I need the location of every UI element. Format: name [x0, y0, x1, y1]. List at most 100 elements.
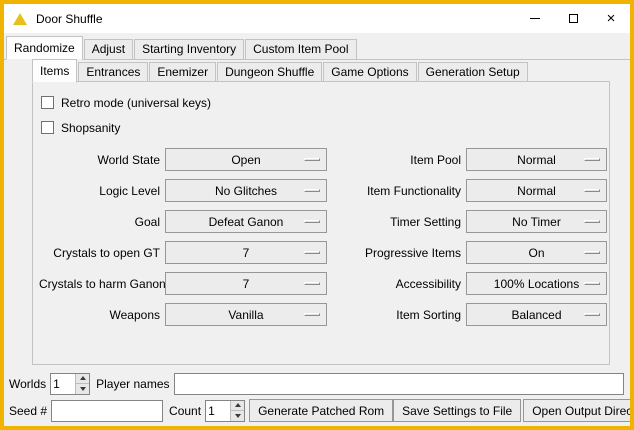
generate-patched-rom-button[interactable]: Generate Patched Rom	[249, 399, 393, 422]
tab-adjust[interactable]: Adjust	[84, 39, 133, 59]
tab-randomize[interactable]: Randomize	[6, 36, 83, 60]
app-icon	[13, 13, 27, 25]
crystals-gt-value: 7	[243, 246, 250, 260]
world-state-value: Open	[231, 153, 260, 167]
tab-entrances[interactable]: Entrances	[78, 62, 148, 82]
dropdown-indicator-icon	[584, 158, 600, 161]
seed-row: Seed # Count Generate Patched Rom Save S…	[9, 399, 624, 422]
crystals-gt-label: Crystals to open GT	[39, 246, 160, 260]
tab-generation-setup[interactable]: Generation Setup	[418, 62, 528, 82]
crystals-ganon-value: 7	[243, 277, 250, 291]
door-shuffle-window: Door Shuffle × Randomize Adjust Starting…	[0, 0, 634, 430]
crystals-ganon-label: Crystals to harm Ganon	[39, 277, 160, 291]
save-settings-button[interactable]: Save Settings to File	[393, 399, 521, 422]
goal-dropdown[interactable]: Defeat Ganon	[165, 210, 327, 233]
progressive-items-dropdown[interactable]: On	[466, 241, 607, 264]
item-sorting-dropdown[interactable]: Balanced	[466, 303, 607, 326]
tab-custom-item-pool[interactable]: Custom Item Pool	[245, 39, 356, 59]
worlds-spinbox	[50, 373, 90, 395]
crystals-gt-dropdown[interactable]: 7	[165, 241, 327, 264]
window-controls: ×	[516, 4, 630, 33]
maximize-button[interactable]	[554, 4, 592, 33]
dropdown-indicator-icon	[584, 251, 600, 254]
arrow-down-icon	[235, 414, 241, 418]
worlds-label: Worlds	[9, 377, 46, 391]
minimize-icon	[530, 18, 540, 19]
item-functionality-value: Normal	[517, 184, 556, 198]
inner-tab-bar: Items Entrances Enemizer Dungeon Shuffle…	[32, 59, 610, 82]
count-label: Count	[169, 404, 201, 418]
logic-level-value: No Glitches	[215, 184, 277, 198]
retro-mode-checkbox[interactable]	[41, 96, 54, 109]
seed-input[interactable]	[51, 400, 163, 422]
goal-value: Defeat Ganon	[209, 215, 284, 229]
open-output-directory-button[interactable]: Open Output Directory	[523, 399, 634, 422]
count-spin-buttons	[230, 401, 244, 421]
dropdown-indicator-icon	[584, 313, 600, 316]
worlds-row: Worlds Player names	[9, 372, 624, 395]
tab-enemizer[interactable]: Enemizer	[149, 62, 216, 82]
weapons-value: Vanilla	[228, 308, 263, 322]
shopsanity-checkbox[interactable]	[41, 121, 54, 134]
accessibility-value: 100% Locations	[494, 277, 579, 291]
retro-mode-label: Retro mode (universal keys)	[61, 96, 211, 110]
item-sorting-value: Balanced	[511, 308, 561, 322]
item-sorting-label: Item Sorting	[332, 308, 461, 322]
dropdown-indicator-icon	[584, 282, 600, 285]
worlds-input[interactable]	[51, 374, 75, 394]
close-icon: ×	[607, 11, 616, 26]
inner-notebook: Items Entrances Enemizer Dungeon Shuffle…	[32, 59, 610, 365]
logic-level-dropdown[interactable]: No Glitches	[165, 179, 327, 202]
timer-setting-dropdown[interactable]: No Timer	[466, 210, 607, 233]
timer-setting-value: No Timer	[512, 215, 561, 229]
accessibility-label: Accessibility	[332, 277, 461, 291]
title-bar: Door Shuffle ×	[4, 4, 630, 33]
accessibility-dropdown[interactable]: 100% Locations	[466, 272, 607, 295]
weapons-dropdown[interactable]: Vanilla	[165, 303, 327, 326]
arrow-down-icon	[80, 387, 86, 391]
spin-up-button[interactable]	[76, 374, 89, 384]
arrow-up-icon	[80, 376, 86, 380]
dropdown-indicator-icon	[304, 313, 320, 316]
spin-down-button[interactable]	[231, 410, 244, 421]
shopsanity-row: Shopsanity	[39, 115, 609, 140]
options-grid: World State Open Item Pool Normal Logic …	[39, 148, 609, 326]
weapons-label: Weapons	[39, 308, 160, 322]
goal-label: Goal	[39, 215, 160, 229]
outer-tab-bar: Randomize Adjust Starting Inventory Cust…	[4, 33, 630, 60]
item-functionality-dropdown[interactable]: Normal	[466, 179, 607, 202]
world-state-dropdown[interactable]: Open	[165, 148, 327, 171]
timer-setting-label: Timer Setting	[332, 215, 461, 229]
dropdown-indicator-icon	[584, 220, 600, 223]
dropdown-indicator-icon	[584, 189, 600, 192]
close-button[interactable]: ×	[592, 4, 630, 33]
seed-label: Seed #	[9, 404, 47, 418]
dropdown-indicator-icon	[304, 189, 320, 192]
worlds-spin-buttons	[75, 374, 89, 394]
count-input[interactable]	[206, 401, 230, 421]
dropdown-indicator-icon	[304, 251, 320, 254]
logic-level-label: Logic Level	[39, 184, 160, 198]
item-pool-label: Item Pool	[332, 153, 461, 167]
retro-mode-row: Retro mode (universal keys)	[39, 90, 609, 115]
tab-dungeon-shuffle[interactable]: Dungeon Shuffle	[217, 62, 322, 82]
crystals-ganon-dropdown[interactable]: 7	[165, 272, 327, 295]
player-names-label: Player names	[96, 377, 169, 391]
tab-game-options[interactable]: Game Options	[323, 62, 416, 82]
items-tab-panel: Retro mode (universal keys) Shopsanity W…	[32, 81, 610, 365]
minimize-button[interactable]	[516, 4, 554, 33]
count-spinbox	[205, 400, 245, 422]
progressive-items-value: On	[528, 246, 544, 260]
dropdown-indicator-icon	[304, 158, 320, 161]
window-title: Door Shuffle	[36, 12, 103, 26]
spin-up-button[interactable]	[231, 401, 244, 411]
item-pool-dropdown[interactable]: Normal	[466, 148, 607, 171]
spin-down-button[interactable]	[76, 383, 89, 394]
world-state-label: World State	[39, 153, 160, 167]
tab-items[interactable]: Items	[32, 59, 77, 83]
shopsanity-label: Shopsanity	[61, 121, 120, 135]
tab-starting-inventory[interactable]: Starting Inventory	[134, 39, 244, 59]
item-functionality-label: Item Functionality	[332, 184, 461, 198]
maximize-icon	[569, 14, 578, 23]
player-names-input[interactable]	[174, 373, 625, 395]
